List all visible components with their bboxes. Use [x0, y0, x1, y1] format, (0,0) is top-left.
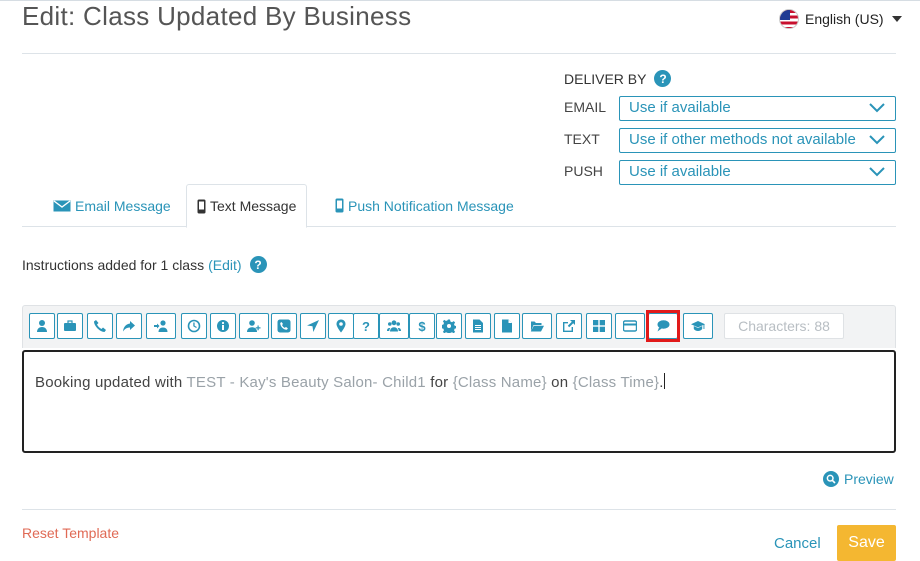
graduation-cap-icon[interactable]: [683, 313, 713, 339]
user-plus-icon[interactable]: [239, 313, 269, 339]
deliver-by-label: DELIVER BY: [564, 70, 647, 87]
deliver-text-label: TEXT: [564, 131, 600, 147]
comments-icon[interactable]: [648, 313, 678, 339]
tab-push-notification[interactable]: Push Notification Message: [325, 184, 524, 227]
location-arrow-icon[interactable]: [300, 313, 326, 339]
save-button[interactable]: Save: [837, 525, 896, 561]
reset-template-link[interactable]: Reset Template: [22, 525, 119, 541]
header-divider: [22, 53, 896, 54]
class-time-token: {Class Time}: [572, 374, 660, 391]
file-icon[interactable]: [494, 313, 520, 339]
page-title: Edit: Class Updated By Business: [22, 1, 412, 31]
us-flag-icon: [779, 9, 799, 29]
help-icon[interactable]: ?: [654, 70, 672, 87]
deliver-push-label: PUSH: [564, 163, 603, 179]
tab-text-message[interactable]: Text Message: [186, 184, 308, 228]
tab-push-label: Push Notification Message: [348, 197, 514, 214]
preview-label: Preview: [844, 471, 894, 487]
footer-divider: [22, 509, 896, 510]
tab-email-message[interactable]: Email Message: [43, 184, 181, 227]
info-icon[interactable]: [210, 313, 236, 339]
envelope-icon: [53, 199, 71, 211]
tab-email-label: Email Message: [75, 197, 171, 214]
tab-text-label: Text Message: [210, 198, 297, 214]
deliver-email-label: EMAIL: [564, 99, 607, 115]
instructions-line: Instructions added for 1 class (Edit) ?: [22, 256, 267, 273]
preview-link[interactable]: Preview: [823, 471, 894, 487]
user-transfer-icon[interactable]: [146, 313, 176, 339]
phone-icon[interactable]: [87, 313, 113, 339]
business-token: TEST - Kay's Beauty Salon- Child1: [186, 374, 426, 391]
message-text: on: [546, 374, 573, 391]
deliver-email-value: Use if available: [629, 99, 731, 116]
briefcase-icon[interactable]: [57, 313, 83, 339]
credit-card-icon[interactable]: [615, 313, 645, 339]
grid-icon[interactable]: [586, 313, 612, 339]
gear-icon[interactable]: [436, 313, 462, 339]
message-tabs: Email Message Text Message Push Notifica…: [22, 184, 896, 228]
phone-square-icon[interactable]: [271, 313, 297, 339]
mobile-phone-icon: [335, 198, 344, 213]
cancel-button[interactable]: Cancel: [774, 535, 821, 552]
caret-down-icon: [891, 16, 902, 22]
instructions-edit-link[interactable]: (Edit): [208, 257, 241, 273]
deliver-email-select[interactable]: Use if available: [619, 96, 896, 121]
deliver-push-value: Use if available: [629, 163, 731, 180]
users-icon[interactable]: [379, 313, 409, 339]
map-marker-icon[interactable]: [328, 313, 354, 339]
chevron-down-icon: [869, 135, 885, 145]
message-editor[interactable]: Booking updated with TEST - Kay's Beauty…: [22, 350, 896, 453]
instructions-text: Instructions added for 1 class: [22, 256, 205, 273]
language-selector[interactable]: English (US): [779, 9, 902, 29]
deliver-push-select[interactable]: Use if available: [619, 160, 896, 185]
share-icon[interactable]: [116, 313, 142, 339]
class-name-token: {Class Name}: [452, 374, 547, 391]
clock-icon[interactable]: [181, 313, 207, 339]
language-label: English (US): [805, 11, 884, 27]
mobile-phone-icon: [197, 199, 206, 213]
search-icon: [823, 471, 839, 487]
help-icon[interactable]: ?: [249, 256, 267, 273]
chevron-down-icon: [869, 167, 885, 177]
text-cursor: [663, 373, 665, 389]
question-icon[interactable]: ?: [353, 313, 379, 339]
deliver-by-heading: DELIVER BY ?: [564, 70, 672, 87]
message-text: Booking updated with: [35, 374, 187, 391]
deliver-text-select[interactable]: Use if other methods not available: [619, 128, 896, 153]
character-counter: Characters: 88: [724, 313, 844, 339]
user-icon[interactable]: [29, 313, 55, 339]
chevron-down-icon: [869, 103, 885, 113]
deliver-text-value: Use if other methods not available: [629, 131, 856, 148]
message-text: for: [425, 374, 453, 391]
file-text-icon[interactable]: [465, 313, 491, 339]
external-link-icon[interactable]: [556, 313, 582, 339]
dollar-icon[interactable]: $: [409, 313, 435, 339]
folder-open-icon[interactable]: [522, 313, 552, 339]
